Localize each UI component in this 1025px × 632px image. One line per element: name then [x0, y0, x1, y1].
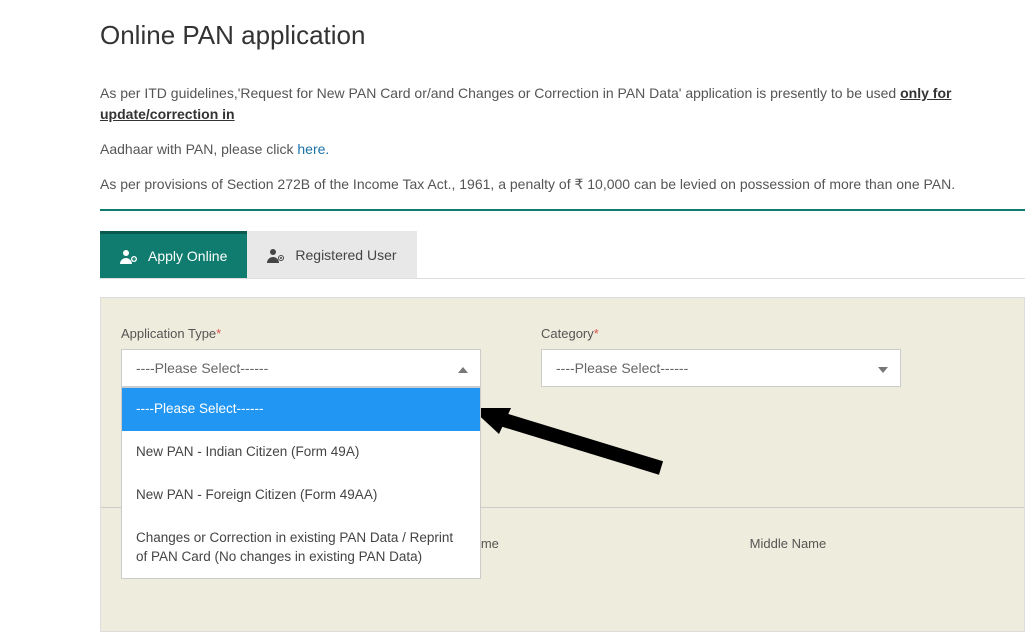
guideline-text-2: Aadhaar with PAN, please click here. [100, 139, 1025, 160]
chevron-down-icon [878, 360, 888, 376]
arrow-annotation [471, 408, 671, 483]
application-type-value: ----Please Select------ [136, 360, 268, 376]
guideline-text-1: As per ITD guidelines,'Request for New P… [100, 83, 1025, 125]
form-container: Application Type* ----Please Select-----… [100, 297, 1025, 632]
tab-registered-user[interactable]: Registered User [247, 231, 416, 278]
application-type-select[interactable]: ----Please Select------ [121, 349, 481, 387]
guideline2-part1: Aadhaar with PAN, please click [100, 141, 297, 157]
category-group: Category* ----Please Select------ [541, 326, 901, 387]
tab-apply-online[interactable]: Apply Online [100, 231, 247, 278]
form-row-1: Application Type* ----Please Select-----… [121, 326, 1004, 387]
user-gear-icon [267, 247, 285, 263]
category-value: ----Please Select------ [556, 360, 688, 376]
tab-bar: Apply Online Registered User [100, 231, 1025, 279]
application-type-label: Application Type* [121, 326, 481, 341]
middle-name-label: Middle Name [750, 536, 1004, 551]
here-link[interactable]: here. [297, 141, 329, 157]
tab-apply-online-label: Apply Online [148, 248, 227, 264]
category-select[interactable]: ----Please Select------ [541, 349, 901, 387]
chevron-up-icon [458, 360, 468, 376]
guideline1-part1: As per ITD guidelines,'Request for New P… [100, 85, 900, 101]
category-label-text: Category [541, 326, 594, 341]
user-plus-icon [120, 248, 138, 264]
page-title: Online PAN application [100, 20, 1025, 51]
category-label: Category* [541, 326, 901, 341]
dropdown-option-please-select[interactable]: ----Please Select------ [122, 388, 480, 431]
required-asterisk: * [216, 326, 221, 341]
dropdown-option-indian-citizen[interactable]: New PAN - Indian Citizen (Form 49A) [122, 431, 480, 474]
required-asterisk: * [594, 326, 599, 341]
application-type-dropdown: ----Please Select------ New PAN - Indian… [121, 387, 481, 579]
application-type-group: Application Type* ----Please Select-----… [121, 326, 481, 387]
dropdown-option-foreign-citizen[interactable]: New PAN - Foreign Citizen (Form 49AA) [122, 474, 480, 517]
application-type-label-text: Application Type [121, 326, 216, 341]
teal-divider [100, 209, 1025, 211]
dropdown-option-changes-correction[interactable]: Changes or Correction in existing PAN Da… [122, 517, 480, 579]
tab-registered-user-label: Registered User [295, 247, 396, 263]
guideline-text-3: As per provisions of Section 272B of the… [100, 174, 1025, 195]
